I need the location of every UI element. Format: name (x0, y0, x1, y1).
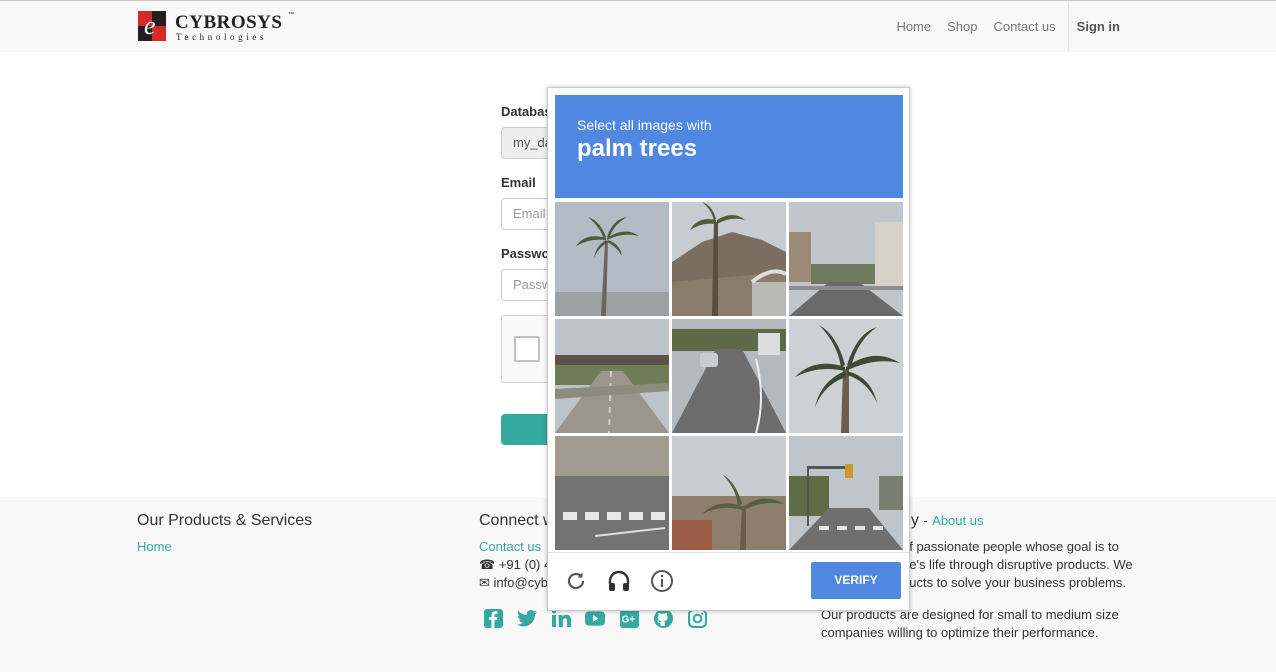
brand-trademark: ™ (288, 12, 294, 18)
github-icon[interactable] (653, 608, 673, 628)
database-label: Databas (501, 104, 552, 119)
twitter-icon[interactable] (517, 608, 537, 628)
footer-about-link[interactable]: About us (932, 513, 983, 528)
captcha-header: Select all images with palm trees (555, 95, 903, 198)
captcha-tile-9[interactable] (789, 436, 903, 550)
footer-about-line-1: of passionate people whose goal is to (902, 539, 1119, 554)
navbar: e CYBROSYS ™ Technologies Home Shop Cont… (0, 0, 1276, 52)
captcha-tile-8[interactable] (672, 436, 786, 550)
brand-name: CYBROSYS (175, 12, 283, 33)
brand-logo[interactable]: e CYBROSYS ™ Technologies (138, 11, 298, 43)
nav-shop[interactable]: Shop (939, 1, 985, 53)
captcha-tile-7[interactable] (555, 436, 669, 550)
svg-text:G+: G+ (621, 614, 635, 625)
footer-connect-title: Connect w (479, 512, 555, 529)
password-label: Passwo (501, 246, 550, 261)
verify-button[interactable]: VERIFY (811, 562, 901, 599)
footer-products-title: Our Products & Services (137, 512, 313, 529)
google-plus-icon[interactable]: G+ (619, 608, 639, 628)
email-label: Email (501, 175, 536, 190)
linkedin-icon[interactable] (551, 608, 571, 628)
captcha-tile-6[interactable] (789, 319, 903, 433)
footer-about-para2-line-2: companies willing to optimize their perf… (821, 625, 1099, 640)
captcha-instruction: Select all images with (577, 117, 712, 133)
nav-home[interactable]: Home (888, 1, 939, 53)
info-icon[interactable] (648, 567, 676, 595)
logo-mark-icon: e (138, 11, 166, 41)
recaptcha-checkbox[interactable] (514, 336, 540, 362)
captcha-tile-5[interactable] (672, 319, 786, 433)
footer-home-link[interactable]: Home (137, 539, 172, 554)
footer-email-address: info@cyb (493, 575, 548, 590)
reload-icon[interactable] (562, 567, 590, 595)
envelope-icon: ✉ (479, 575, 490, 590)
captcha-tile-4[interactable] (555, 319, 669, 433)
nav-sign-in[interactable]: Sign in (1069, 1, 1128, 53)
social-links: G+ (483, 608, 707, 628)
captcha-tile-2[interactable] (672, 202, 786, 316)
main-nav: Home Shop Contact us Sign in (888, 1, 1128, 53)
captcha-tile-3[interactable] (789, 202, 903, 316)
facebook-icon[interactable] (483, 608, 503, 628)
nav-contact-us[interactable]: Contact us (986, 1, 1064, 53)
captcha-image-grid (555, 202, 903, 550)
footer-contact-link[interactable]: Contact us (479, 539, 541, 554)
youtube-icon[interactable] (585, 608, 605, 628)
footer-about-line-2: ne's life through disruptive products. W… (902, 557, 1133, 572)
footer-about-line-3: ducts to solve your business problems. (902, 575, 1126, 590)
footer-email: ✉ info@cyb (479, 574, 548, 592)
captcha-footer: VERIFY (548, 552, 909, 610)
instagram-icon[interactable] (687, 608, 707, 628)
phone-icon: ☎ (479, 557, 496, 572)
brand-subtitle: Technologies (176, 32, 268, 42)
footer-about-title: ny - About us (902, 512, 984, 529)
captcha-target-object: palm trees (577, 135, 698, 162)
headphones-icon[interactable] (605, 567, 633, 595)
captcha-challenge: Select all images with palm trees VERIFY (547, 87, 910, 611)
captcha-tile-1[interactable] (555, 202, 669, 316)
